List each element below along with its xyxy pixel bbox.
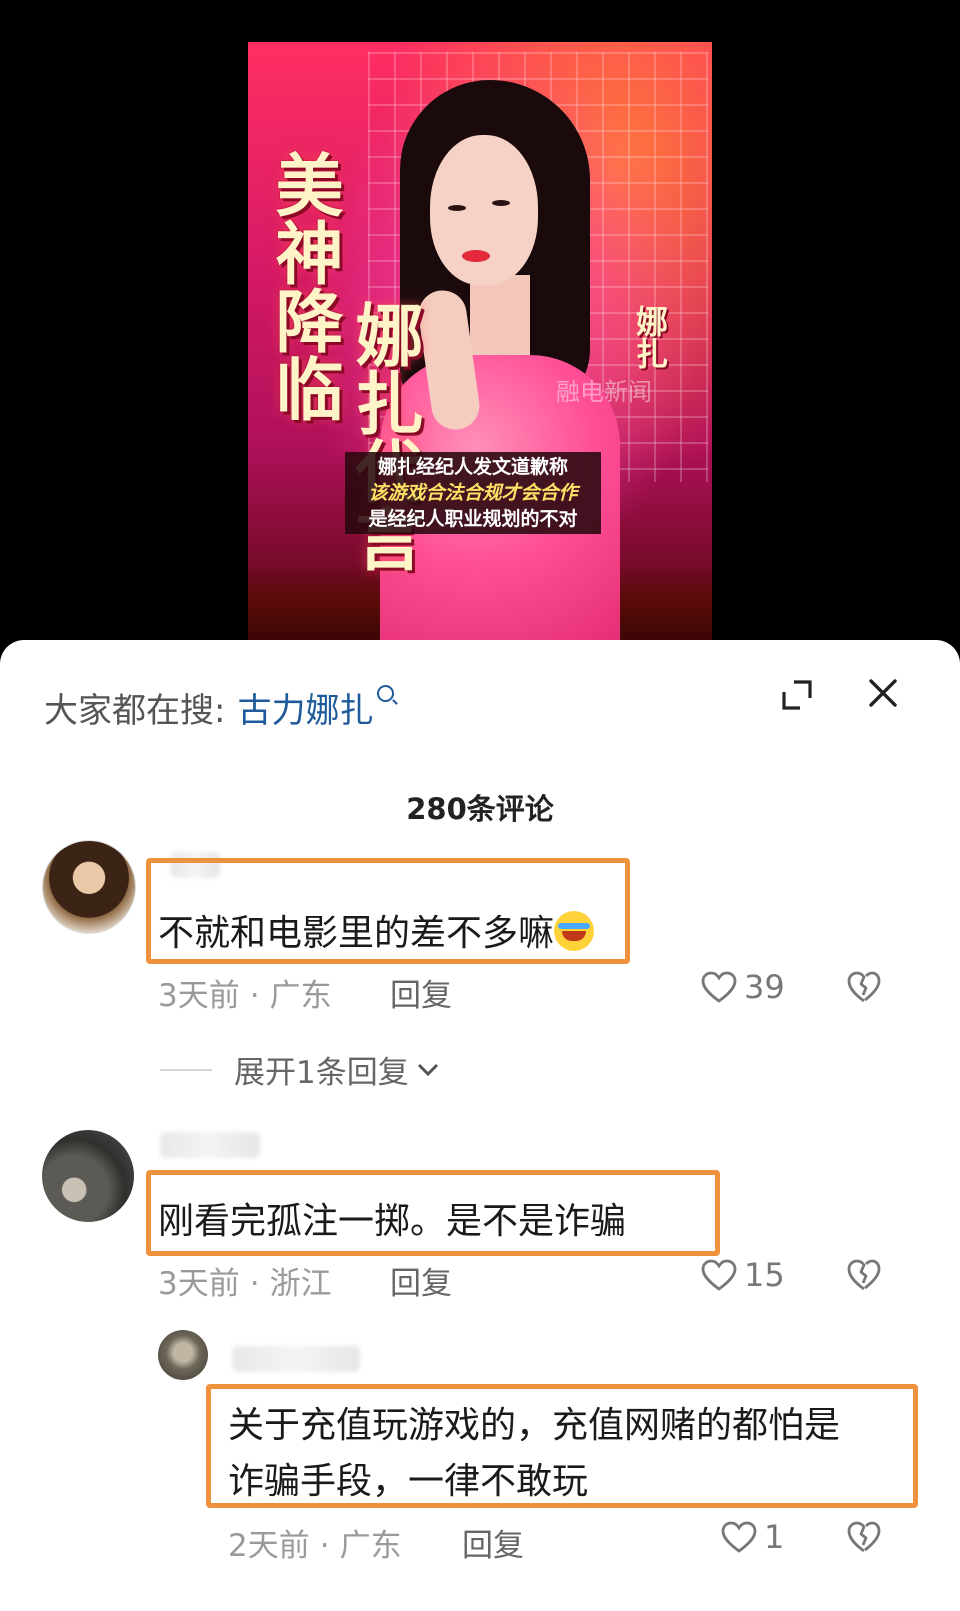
figure-eye bbox=[448, 205, 466, 211]
avatar[interactable] bbox=[158, 1330, 208, 1380]
reply-meta: 2天前 · 广东 bbox=[228, 1528, 402, 1564]
heart-icon bbox=[721, 1521, 757, 1553]
comment-text: 不就和电影里的差不多嘛 bbox=[158, 904, 595, 956]
like-button[interactable]: 1 bbox=[720, 1518, 784, 1556]
trending-search-term[interactable]: 古力娜扎 bbox=[237, 683, 373, 732]
reply-button[interactable]: 回复 bbox=[390, 970, 452, 1015]
comment-location: 广东 bbox=[269, 978, 332, 1014]
avatar[interactable] bbox=[42, 840, 136, 934]
comment-location: 浙江 bbox=[269, 1266, 332, 1302]
reply-button[interactable]: 回复 bbox=[462, 1520, 524, 1565]
figure-eye bbox=[492, 200, 510, 206]
trending-search[interactable]: 大家都在搜: 古力娜扎 bbox=[44, 682, 395, 732]
like-count: 39 bbox=[744, 968, 785, 1006]
chevron-down-icon bbox=[417, 1063, 438, 1076]
reply-text-line-1: 关于充值玩游戏的，充值网赌的都怕是 bbox=[228, 1405, 841, 1446]
figure-neck bbox=[470, 275, 530, 365]
like-button[interactable]: 39 bbox=[700, 968, 785, 1006]
figure-face bbox=[430, 135, 538, 285]
like-count: 15 bbox=[744, 1256, 785, 1294]
comment-meta: 3天前 · 浙江 bbox=[158, 1266, 332, 1302]
comment-sheet: 大家都在搜: 古力娜扎 280条评论 不就和电影里的差不多嘛 3天前 · 广东 回复… bbox=[0, 640, 960, 1611]
poster-watermark: 融电新闻 bbox=[556, 378, 652, 406]
broken-heart-icon[interactable] bbox=[846, 1258, 882, 1292]
trending-search-label: 大家都在搜: bbox=[44, 690, 226, 731]
broken-heart-icon[interactable] bbox=[846, 970, 882, 1004]
comment-count: 280条评论 bbox=[406, 792, 554, 826]
reply-text-line-2: 诈骗手段，一律不敢玩 bbox=[228, 1461, 589, 1502]
poster-caption: 娜扎经纪人发文道歉称 该游戏合法合规才会合作 是经纪人职业规划的不对 bbox=[345, 452, 601, 534]
caption-line-1: 娜扎经纪人发文道歉称 bbox=[377, 456, 568, 478]
reply-time: 2天前 bbox=[228, 1528, 310, 1564]
like-count: 1 bbox=[764, 1518, 785, 1556]
avatar[interactable] bbox=[42, 1130, 134, 1222]
heart-icon bbox=[701, 1259, 737, 1291]
expand-replies-button[interactable]: 展开1条回复 bbox=[160, 1047, 439, 1092]
comment-time: 3天前 bbox=[158, 1266, 240, 1302]
username-blurred[interactable] bbox=[232, 1346, 360, 1372]
search-icon bbox=[377, 684, 395, 702]
caption-line-3: 是经纪人职业规划的不对 bbox=[368, 508, 578, 530]
comment-meta: 3天前 · 广东 bbox=[158, 978, 332, 1014]
expand-icon[interactable] bbox=[780, 678, 814, 712]
like-button[interactable]: 15 bbox=[700, 1256, 785, 1294]
divider-line bbox=[160, 1068, 212, 1071]
close-icon[interactable] bbox=[866, 676, 900, 710]
comment-text-content: 不就和电影里的差不多嘛 bbox=[158, 913, 555, 954]
comment-text: 刚看完孤注一掷。是不是诈骗 bbox=[158, 1201, 627, 1242]
poster-side-name: 娜扎 bbox=[631, 305, 669, 369]
laughing-crying-emoji-icon bbox=[554, 911, 595, 951]
reply-location: 广东 bbox=[339, 1528, 402, 1564]
video-area[interactable]: 美神降临 娜扎代言 娜扎 融电新闻 娜扎经纪人发文道歉称 该游戏合法合规才会合作… bbox=[0, 0, 960, 680]
username-blurred[interactable] bbox=[160, 1132, 260, 1158]
reply-button[interactable]: 回复 bbox=[390, 1258, 452, 1303]
comment-time: 3天前 bbox=[158, 978, 240, 1014]
poster-title-a: 美神降临 bbox=[263, 150, 343, 422]
expand-replies-label: 展开1条回复 bbox=[234, 1055, 409, 1091]
broken-heart-icon[interactable] bbox=[846, 1520, 882, 1554]
heart-icon bbox=[701, 971, 737, 1003]
figure-lips bbox=[462, 250, 490, 262]
caption-line-2: 该游戏合法合规才会合作 bbox=[368, 482, 578, 504]
